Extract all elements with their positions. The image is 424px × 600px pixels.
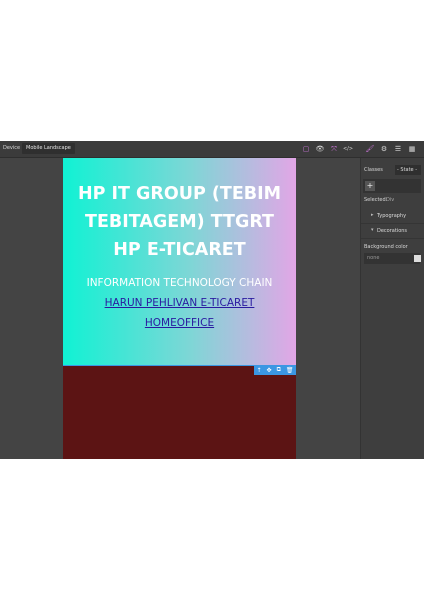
select-parent-icon[interactable]: ↑ (257, 367, 262, 374)
move-icon[interactable]: ✥ (267, 367, 272, 374)
classes-label: Classes (364, 167, 383, 173)
preview-icon[interactable]: 👁 (314, 143, 326, 155)
style-manager-icon[interactable]: 🖌 (364, 143, 376, 155)
selected-value: Div (386, 197, 395, 203)
canvas-frame: HP IT GROUP (TEBIM TEBITAGEM) TTGRT HP E… (63, 158, 296, 459)
hero-link-homeoffice[interactable]: HOMEOFFICE (63, 317, 296, 329)
delete-icon[interactable]: 🗑 (286, 367, 294, 374)
export-code-icon[interactable]: </> (342, 143, 354, 155)
bg-color-label: Background color (364, 244, 408, 250)
device-label: Device (3, 145, 21, 151)
caret-down-icon: ▾ (371, 227, 374, 233)
add-class-button[interactable]: + (365, 181, 375, 191)
clone-icon[interactable]: ⧉ (277, 366, 281, 374)
fullscreen-icon[interactable]: ⤧ (328, 143, 340, 155)
settings-icon[interactable]: ⚙ (378, 143, 390, 155)
sector-typography[interactable]: ▸ Typography (361, 209, 424, 224)
blocks-icon[interactable]: ▦ (406, 143, 418, 155)
hero-title: HP IT GROUP (TEBIM TEBITAGEM) TTGRT HP E… (77, 184, 282, 260)
state-select[interactable]: - State - (395, 165, 421, 175)
canvas: HP IT GROUP (TEBIM TEBITAGEM) TTGRT HP E… (0, 158, 360, 459)
bg-color-input[interactable]: none (364, 253, 420, 264)
sector-decorations[interactable]: ▾ Decorations (361, 224, 424, 239)
style-panel: Classes - State - + Selected: Div ▸ Typo… (360, 158, 424, 459)
caret-right-icon: ▸ (371, 212, 374, 218)
hero-section[interactable]: HP IT GROUP (TEBIM TEBITAGEM) TTGRT HP E… (63, 158, 296, 366)
layer-manager-icon[interactable]: ☰ (392, 143, 404, 155)
selected-label: Selected: (364, 197, 388, 203)
classes-container: + (363, 179, 421, 193)
bg-color-swatch[interactable] (414, 255, 421, 262)
sector-typography-label: Typography (377, 213, 407, 219)
editor: Device Mobile Landscape ▢ 👁 ⤧ </> 🖌 ⚙ ☰ … (0, 141, 424, 459)
sw-visibility-icon[interactable]: ▢ (300, 143, 312, 155)
sector-decorations-label: Decorations (377, 228, 408, 234)
top-toolbar: Device Mobile Landscape ▢ 👁 ⤧ </> 🖌 ⚙ ☰ … (0, 141, 424, 158)
hero-subtitle: INFORMATION TECHNOLOGY CHAIN (86, 277, 273, 289)
hero-link-eticaret[interactable]: HARUN PEHLIVAN E-TICARET (63, 297, 296, 309)
device-select[interactable]: Mobile Landscape (22, 143, 75, 154)
component-toolbar: ↑ ✥ ⧉ 🗑 (254, 365, 296, 375)
